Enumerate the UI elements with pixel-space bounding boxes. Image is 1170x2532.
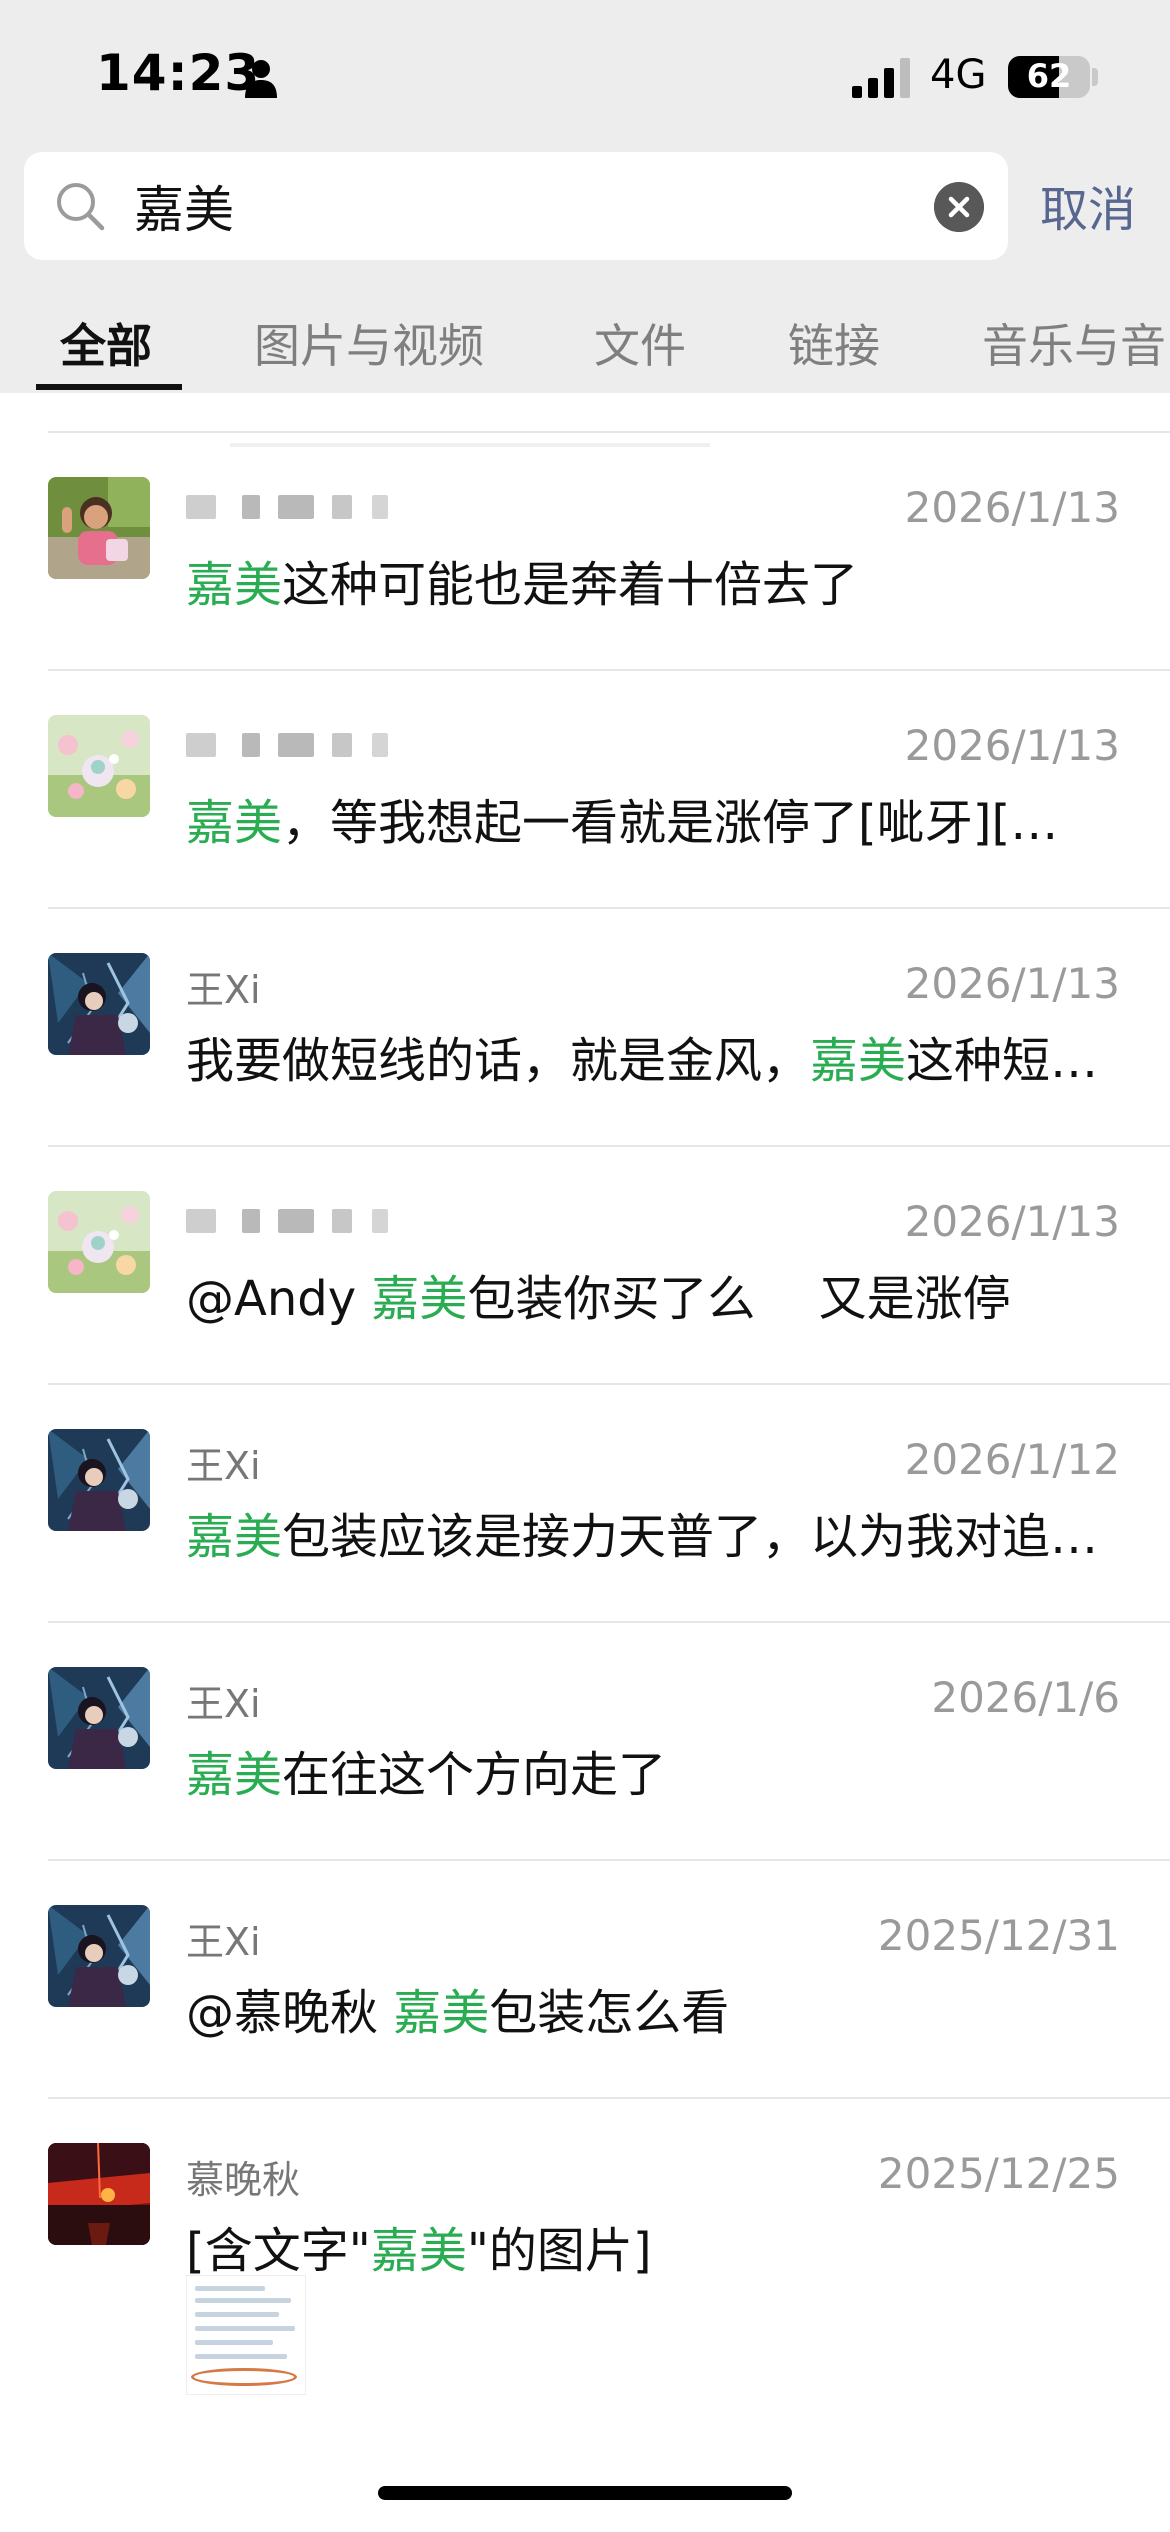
snippet-highlight: 嘉美 — [393, 1985, 490, 2041]
result-row[interactable]: 2026/1/13 嘉美，等我想起一看就是涨停了[呲牙][呲… — [48, 669, 1170, 907]
message-snippet: 嘉美包装应该是接力天普了，以为我对追… — [186, 1497, 1098, 1567]
blurred-name — [186, 1209, 466, 1233]
sender-name: 王Xi — [186, 1682, 261, 1726]
result-row[interactable]: 王Xi 2025/12/31 @慕晚秋 嘉美包装怎么看 — [48, 1859, 1170, 2097]
message-date: 2025/12/25 — [877, 2149, 1120, 2198]
search-bar[interactable] — [24, 152, 1008, 260]
snippet-after: 包装应该是接力天普了，以为我对追… — [282, 1509, 1099, 1565]
avatar[interactable] — [48, 1905, 150, 2007]
message-date: 2026/1/13 — [904, 483, 1120, 532]
avatar[interactable] — [48, 2143, 150, 2245]
message-date: 2026/1/13 — [904, 721, 1120, 770]
battery-icon: 62 — [1008, 56, 1090, 98]
snippet-before: [含文字" — [186, 2223, 371, 2279]
snippet-before: 我要做短线的话，就是金风， — [186, 1033, 811, 1089]
result-row[interactable]: 2026/1/13 @Andy 嘉美包装你买了么 又是涨停 — [48, 1145, 1170, 1383]
snippet-before: @慕晚秋 — [186, 1985, 394, 2041]
result-row[interactable]: 慕晚秋 2025/12/25 [含文字"嘉美"的图片] — [48, 2097, 1170, 2417]
header-area: 14:23 4G 62 取消 全部 图片与视 — [0, 0, 1170, 393]
avatar[interactable] — [48, 1429, 150, 1531]
snippet-highlight: 嘉美 — [186, 1509, 283, 1565]
avatar[interactable] — [48, 953, 150, 1055]
battery-tip — [1092, 68, 1098, 86]
clear-icon[interactable] — [934, 182, 984, 232]
status-time: 14:23 — [96, 44, 261, 102]
sender-name: 王Xi — [186, 1920, 261, 1964]
sender-name: 王Xi — [186, 968, 261, 1012]
snippet-after: 包装你买了么 又是涨停 — [467, 1271, 1011, 1327]
avatar[interactable] — [48, 477, 150, 579]
search-input[interactable] — [134, 174, 914, 238]
snippet-after: 在往这个方向走了 — [282, 1747, 667, 1803]
network-type: 4G — [930, 52, 987, 98]
snippet-highlight: 嘉美 — [186, 1747, 283, 1803]
snippet-after: ，等我想起一看就是涨停了[呲牙][呲… — [282, 795, 1102, 851]
battery-level: 62 — [1026, 57, 1072, 95]
snippet-after: "的图片] — [466, 2223, 652, 2279]
message-snippet: 嘉美这种可能也是奔着十倍去了 — [186, 545, 858, 615]
snippet-highlight: 嘉美 — [810, 1033, 907, 1089]
snippet-before: @Andy — [186, 1271, 372, 1327]
sender-name: 王Xi — [186, 1444, 261, 1488]
blurred-name — [186, 495, 466, 519]
cancel-button[interactable]: 取消 — [1040, 170, 1136, 240]
status-bar: 14:23 4G 62 — [0, 0, 1170, 150]
filter-tabs: 全部 图片与视频 文件 链接 音乐与音 — [0, 300, 1170, 392]
tab-music-audio[interactable]: 音乐与音 — [982, 310, 1166, 376]
snippet-after: 这种短… — [906, 1033, 1099, 1089]
search-icon — [57, 183, 105, 231]
avatar[interactable] — [48, 1667, 150, 1769]
tab-all[interactable]: 全部 — [60, 310, 152, 376]
result-row[interactable]: 王Xi 2026/1/6 嘉美在往这个方向走了 — [48, 1621, 1170, 1859]
active-tab-indicator — [36, 384, 182, 390]
tab-links[interactable]: 链接 — [788, 310, 880, 376]
home-indicator[interactable] — [378, 2486, 792, 2500]
message-snippet: @慕晚秋 嘉美包装怎么看 — [186, 1973, 729, 2043]
snippet-highlight: 嘉美 — [370, 2223, 467, 2279]
snippet-highlight: 嘉美 — [186, 557, 283, 613]
snippet-after: 这种可能也是奔着十倍去了 — [282, 557, 859, 613]
snippet-after: 包装怎么看 — [489, 1985, 730, 2041]
message-date: 2025/12/31 — [877, 1911, 1120, 1960]
sender-name: 慕晚秋 — [186, 2158, 301, 2202]
image-thumbnail[interactable] — [186, 2275, 306, 2395]
tab-files[interactable]: 文件 — [594, 310, 686, 376]
blurred-name — [186, 733, 466, 757]
snippet-highlight: 嘉美 — [186, 795, 283, 851]
person-icon — [245, 60, 277, 98]
snippet-highlight: 嘉美 — [371, 1271, 468, 1327]
message-date: 2026/1/13 — [904, 1197, 1120, 1246]
message-date: 2026/1/12 — [904, 1435, 1120, 1484]
avatar[interactable] — [48, 715, 150, 817]
message-snippet: @Andy 嘉美包装你买了么 又是涨停 — [186, 1259, 1011, 1329]
message-snippet: [含文字"嘉美"的图片] — [186, 2211, 652, 2281]
message-snippet: 嘉美，等我想起一看就是涨停了[呲牙][呲… — [186, 783, 1102, 853]
result-row[interactable]: 王Xi 2026/1/13 我要做短线的话，就是金风，嘉美这种短… — [48, 907, 1170, 1145]
message-date: 2026/1/13 — [904, 959, 1120, 1008]
message-snippet: 嘉美在往这个方向走了 — [186, 1735, 666, 1805]
signal-icon — [852, 58, 910, 98]
message-date: 2026/1/6 — [931, 1673, 1120, 1722]
message-snippet: 我要做短线的话，就是金风，嘉美这种短… — [186, 1021, 1098, 1091]
avatar[interactable] — [48, 1191, 150, 1293]
result-row[interactable]: 王Xi 2026/1/12 嘉美包装应该是接力天普了，以为我对追… — [48, 1383, 1170, 1621]
result-row[interactable]: 2026/1/13 嘉美这种可能也是奔着十倍去了 — [48, 431, 1170, 669]
tab-images-videos[interactable]: 图片与视频 — [254, 310, 484, 376]
